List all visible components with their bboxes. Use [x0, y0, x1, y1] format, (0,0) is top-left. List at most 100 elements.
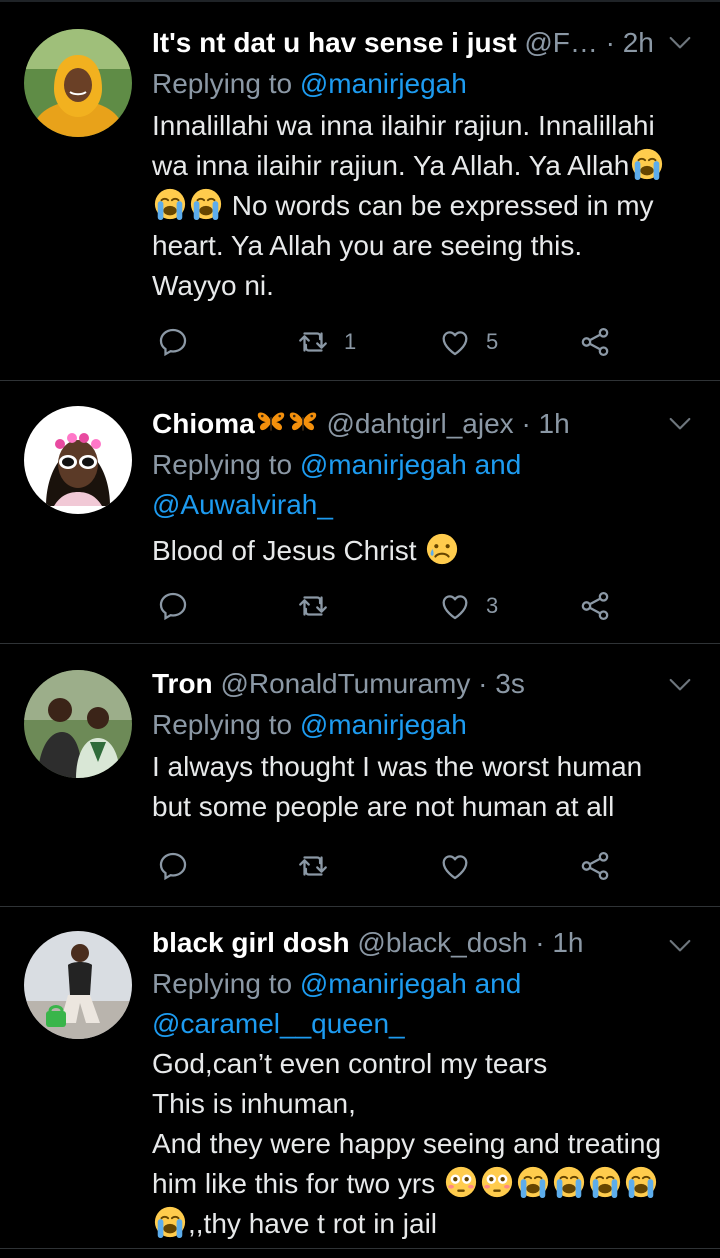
reply-icon	[156, 325, 190, 359]
sad-relieved-face-emoji	[425, 532, 459, 566]
text-line: him like this for two yrs	[152, 1164, 692, 1204]
divider	[0, 1248, 720, 1249]
crying-face-emoji	[588, 1165, 622, 1199]
butterfly-emoji	[255, 409, 287, 437]
crying-face-emoji	[516, 1165, 550, 1199]
author-name[interactable]: black girl dosh	[152, 927, 350, 958]
author-handle[interactable]: @black_dosh	[357, 927, 527, 958]
text-line: but some people are not human at all	[152, 791, 615, 822]
crying-face-emoji	[552, 1165, 586, 1199]
author-name[interactable]: It's nt dat u hav sense i just	[152, 27, 517, 58]
tweet-text: Innalillahi wa inna ilaihir rajiun. Inna…	[152, 106, 692, 306]
text-line: I always thought I was the worst human	[152, 751, 643, 782]
author-handle[interactable]: @dahtgirl_ajex	[326, 408, 513, 439]
mention-link[interactable]: @manirjegah	[300, 68, 467, 99]
replying-prefix: Replying to	[152, 68, 300, 99]
retweet-button[interactable]	[296, 586, 344, 626]
author-handle[interactable]: @RonaldTumuramy	[220, 668, 470, 699]
crying-face-emoji	[630, 147, 664, 181]
crying-face-emoji	[624, 1165, 658, 1199]
replying-to: Replying to @manirjegah and @caramel__qu…	[152, 964, 692, 1044]
retweet-button[interactable]	[296, 846, 344, 886]
replying-prefix: Replying to	[152, 968, 300, 999]
author-name[interactable]: Tron	[152, 668, 213, 699]
like-button[interactable]: 5	[438, 322, 498, 362]
chevron-down-icon[interactable]	[664, 668, 696, 700]
share-icon	[578, 849, 612, 883]
mention-link[interactable]: @caramel__queen_	[152, 1008, 405, 1039]
mention-link[interactable]: @Auwalvirah_	[152, 489, 333, 520]
text-line: God,can’t even control my tears	[152, 1048, 548, 1079]
avatar[interactable]	[24, 29, 132, 137]
tweet-text: God,can’t even control my tears This is …	[152, 1044, 692, 1244]
text-line: And they were happy seeing and treating	[152, 1128, 662, 1159]
avatar[interactable]	[24, 670, 132, 778]
timestamp[interactable]: · 3s	[478, 668, 525, 699]
retweet-icon	[296, 849, 330, 883]
share-button[interactable]	[578, 322, 612, 362]
mention-link[interactable]: @manirjegah and	[300, 968, 521, 999]
tweet-4[interactable]: black girl dosh @black_dosh · 1h Replyin…	[0, 907, 720, 1258]
reply-icon	[156, 849, 190, 883]
like-button[interactable]	[438, 846, 486, 886]
timestamp[interactable]: · 1h	[521, 408, 569, 439]
author-handle[interactable]: @F…	[524, 27, 598, 58]
tweet-header: It's nt dat u hav sense i just @F… · 2h	[152, 22, 692, 64]
flushed-face-emoji	[480, 1165, 514, 1199]
tweet-content: black girl dosh @black_dosh · 1h Replyin…	[152, 922, 692, 1244]
tweet-header: Chioma @dahtgirl_ajex · 1h	[152, 403, 692, 445]
tweet-2[interactable]: Chioma @dahtgirl_ajex · 1h Replying to @…	[0, 381, 720, 644]
retweet-icon	[296, 325, 330, 359]
retweet-button[interactable]: 1	[296, 322, 356, 362]
share-button[interactable]	[578, 846, 612, 886]
text-line: ,,thy have t rot in jail	[152, 1204, 692, 1244]
replying-to: Replying to @manirjegah	[152, 705, 692, 745]
tweet-content: It's nt dat u hav sense i just @F… · 2h …	[152, 22, 692, 306]
tweet-text: I always thought I was the worst human b…	[152, 747, 692, 827]
chevron-down-icon[interactable]	[664, 26, 696, 58]
text-line: heart. Ya Allah you are seeing this.	[152, 230, 583, 261]
text-line: No words can be expressed in my	[152, 186, 692, 226]
mention-link[interactable]: @manirjegah and	[300, 449, 521, 480]
reply-button[interactable]	[156, 586, 190, 626]
replying-to: Replying to @manirjegah	[152, 64, 692, 104]
tweet-content: Tron @RonaldTumuramy · 3s Replying to @m…	[152, 663, 692, 827]
avatar[interactable]	[24, 931, 132, 1039]
mention-link[interactable]: @manirjegah	[300, 709, 467, 740]
reply-button[interactable]	[156, 322, 190, 362]
like-count: 5	[486, 329, 499, 354]
share-icon	[578, 589, 612, 623]
tweet-3[interactable]: Tron @RonaldTumuramy · 3s Replying to @m…	[0, 644, 720, 907]
butterfly-emoji	[287, 409, 319, 437]
reply-button[interactable]	[156, 846, 190, 886]
text-line: wa inna ilaihir rajiun. Ya Allah. Ya All…	[152, 146, 692, 186]
tweet-actions: 1 5	[152, 322, 692, 362]
timestamp[interactable]: · 1h	[535, 927, 583, 958]
tweet-header: Tron @RonaldTumuramy · 3s	[152, 663, 692, 705]
text-line: This is inhuman,	[152, 1088, 356, 1119]
tweet-header: black girl dosh @black_dosh · 1h	[152, 922, 692, 964]
timestamp[interactable]: · 2h	[606, 27, 654, 58]
retweet-count: 1	[344, 329, 357, 354]
retweet-icon	[296, 589, 330, 623]
crying-face-emoji	[153, 187, 187, 221]
like-button[interactable]: 3	[438, 586, 498, 626]
like-icon	[438, 849, 472, 883]
flushed-face-emoji	[444, 1165, 478, 1199]
like-icon	[438, 325, 472, 359]
like-icon	[438, 589, 472, 623]
share-icon	[578, 325, 612, 359]
share-button[interactable]	[578, 586, 612, 626]
tweet-actions: 3	[152, 586, 692, 626]
avatar[interactable]	[24, 406, 132, 514]
crying-face-emoji	[189, 187, 223, 221]
tweet-1[interactable]: It's nt dat u hav sense i just @F… · 2h …	[0, 0, 720, 381]
replying-prefix: Replying to	[152, 709, 300, 740]
crying-face-emoji	[153, 1205, 187, 1239]
text-line: Wayyo ni.	[152, 270, 274, 301]
chevron-down-icon[interactable]	[664, 407, 696, 439]
tweet-content: Chioma @dahtgirl_ajex · 1h Replying to @…	[152, 403, 692, 571]
replying-to: Replying to @manirjegah and @Auwalvirah_	[152, 445, 692, 525]
author-name[interactable]: Chioma	[152, 408, 255, 439]
chevron-down-icon[interactable]	[664, 929, 696, 961]
